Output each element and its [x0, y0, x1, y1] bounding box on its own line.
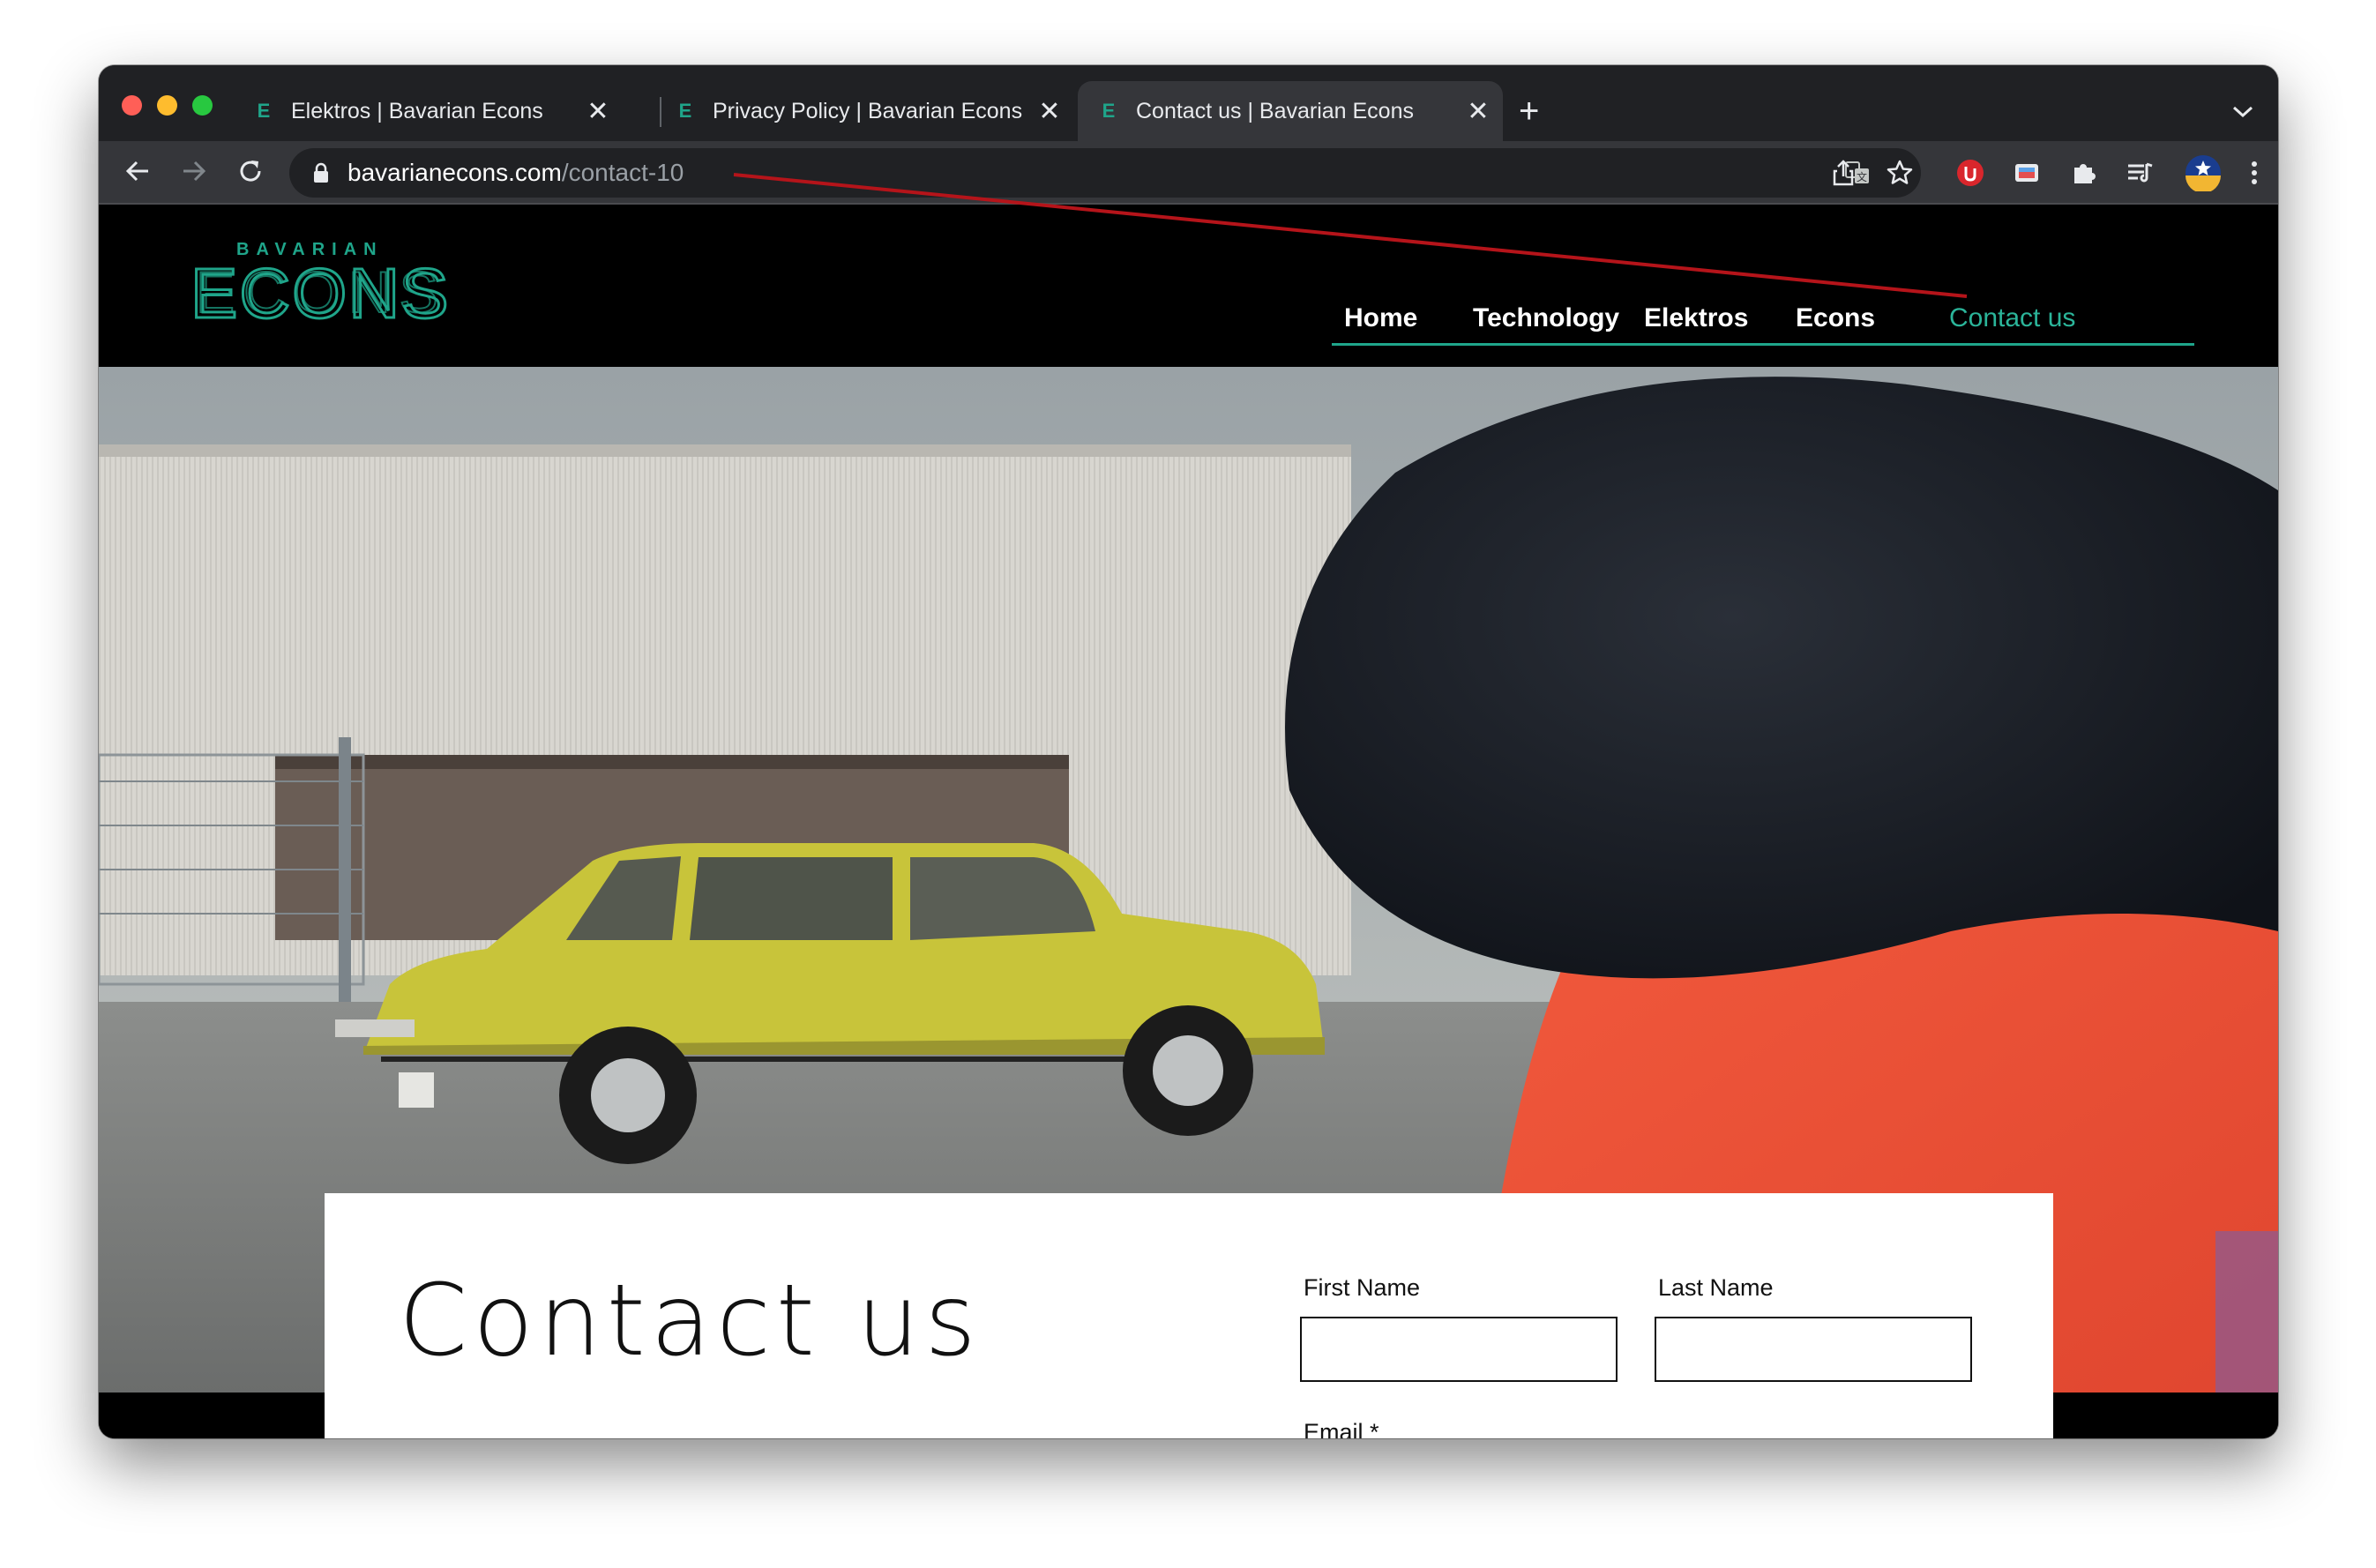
tab-elektros[interactable]: E Elektros | Bavarian Econs ✕ [233, 81, 623, 141]
tab-title: Contact us | Bavarian Econs [1136, 98, 1414, 123]
extension-red-icon[interactable] [1954, 157, 1986, 189]
forward-icon[interactable] [176, 153, 212, 189]
site-favicon-icon: E [678, 100, 692, 122]
lock-icon [312, 162, 330, 183]
tab-search-chevron-icon[interactable] [2231, 97, 2254, 125]
back-icon[interactable] [120, 153, 155, 189]
nav-home[interactable]: Home [1344, 303, 1417, 333]
email-label: Email * [1304, 1419, 1379, 1438]
tab-close-icon[interactable]: ✕ [1034, 95, 1065, 127]
maximize-window-button[interactable] [192, 95, 213, 116]
address-bar[interactable]: bavarianecons.com/contact-10 文 [289, 148, 1921, 198]
reading-list-icon[interactable] [2124, 157, 2156, 189]
nav-contact-us[interactable]: Contact us [1949, 303, 2075, 333]
puzzle-icon[interactable] [2067, 157, 2099, 189]
contact-card: Contact us First Name Last Name Email * [325, 1193, 2053, 1438]
share-icon[interactable] [1827, 157, 1859, 189]
first-name-label: First Name [1304, 1274, 1421, 1301]
contact-title: Contact us [399, 1264, 982, 1378]
nav-econs[interactable]: Econs [1796, 303, 1875, 333]
last-name-label: Last Name [1658, 1274, 1774, 1301]
profile-avatar-icon[interactable] [2184, 153, 2223, 192]
browser-window: E Elektros | Bavarian Econs ✕ E Privacy … [99, 65, 2278, 1438]
logo-inner-text: ECONS [196, 259, 447, 325]
kebab-menu-icon[interactable] [2238, 157, 2270, 189]
site-nav: Home Technology Elektros Econs Contact u… [1332, 303, 2194, 346]
tab-strip: E Elektros | Bavarian Econs ✕ E Privacy … [99, 65, 2278, 141]
nav-technology[interactable]: Technology [1473, 303, 1619, 333]
last-name-field[interactable] [1655, 1317, 1972, 1382]
browser-toolbar: bavarianecons.com/contact-10 文 [99, 141, 2278, 205]
tab-contact-us[interactable]: E Contact us | Bavarian Econs ✕ [1078, 81, 1503, 141]
tab-close-icon[interactable]: ✕ [1462, 95, 1494, 127]
bookmark-star-icon[interactable] [1884, 157, 1916, 189]
logo-top-text: BAVARIAN [236, 240, 384, 259]
tab-title: Elektros | Bavarian Econs [291, 98, 543, 123]
close-window-button[interactable] [122, 95, 142, 116]
new-tab-button[interactable]: + [1519, 93, 1539, 129]
first-name-field[interactable] [1300, 1317, 1618, 1382]
tab-close-icon[interactable]: ✕ [582, 95, 614, 127]
minimize-window-button[interactable] [157, 95, 177, 116]
site-favicon-icon: E [257, 100, 271, 122]
reload-icon[interactable] [233, 153, 268, 189]
site-favicon-icon: E [1102, 100, 1116, 122]
nav-elektros[interactable]: Elektros [1644, 303, 1748, 333]
site-logo[interactable]: ECONS ECONS [187, 253, 452, 334]
extension-cast-icon[interactable] [2011, 157, 2043, 189]
url-text: bavarianecons.com/contact-10 [347, 159, 684, 186]
web-page: BAVARIAN ECONS ECONS Home Technology Ele… [99, 205, 2278, 1438]
tab-title: Privacy Policy | Bavarian Econs [713, 98, 1023, 123]
tab-privacy-policy[interactable]: E Privacy Policy | Bavarian Econs ✕ [654, 81, 1074, 141]
site-header: BAVARIAN ECONS ECONS Home Technology Ele… [99, 205, 2278, 367]
